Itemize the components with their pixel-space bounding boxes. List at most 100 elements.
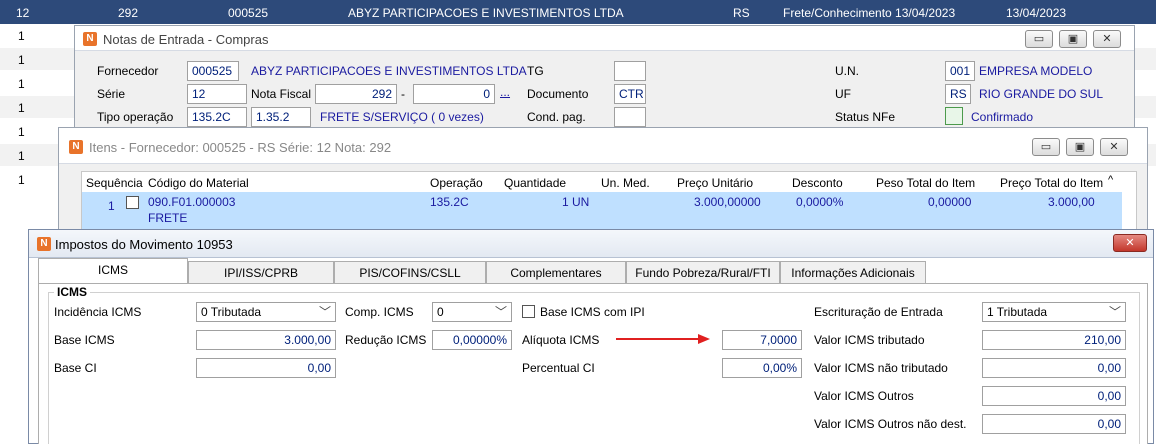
- minimize-icon[interactable]: ▭: [1032, 138, 1060, 156]
- comp-icms-select[interactable]: 0 ﹀: [432, 302, 512, 322]
- base-icms-field[interactable]: 3.000,00: [196, 330, 336, 350]
- tab-complementares[interactable]: Complementares: [486, 261, 626, 283]
- chevron-down-icon: ﹀: [318, 305, 331, 319]
- tipo-operacao-label: Tipo operação: [97, 110, 174, 124]
- incidencia-select[interactable]: 0 Tributada ﹀: [196, 302, 336, 322]
- col-header[interactable]: Sequência: [86, 176, 143, 190]
- cell: 1: [18, 125, 25, 139]
- material-desc-cell: FRETE: [148, 211, 188, 225]
- status-nfe-value: Confirmado: [971, 110, 1034, 124]
- serie-label: Série: [97, 87, 126, 101]
- col-header[interactable]: Operação: [430, 176, 483, 190]
- seq-cell: 1: [108, 199, 115, 213]
- aliquota-label: Alíquota ICMS: [522, 333, 600, 347]
- incidencia-label: Incidência ICMS: [54, 305, 142, 319]
- col-header[interactable]: Quantidade: [504, 176, 566, 190]
- fornecedor-code-field[interactable]: 000525: [187, 61, 239, 81]
- notas-entrada-window: N Notas de Entrada - Compras ▭ ▣ ✕ Forne…: [74, 25, 1135, 135]
- cell: ABYZ PARTICIPACOES E INVESTIMENTOS LTDA: [348, 6, 624, 20]
- tipo-operacao-code2-field[interactable]: 1.35.2: [251, 107, 311, 127]
- cell: 1: [18, 77, 25, 91]
- base-ci-label: Base CI: [54, 361, 97, 375]
- valor-trib-field[interactable]: 210,00: [982, 330, 1126, 350]
- col-header[interactable]: Un. Med.: [601, 176, 650, 190]
- material-cell: 090.F01.000003: [148, 195, 236, 209]
- escrituracao-select[interactable]: 1 Tributada ﹀: [982, 302, 1126, 322]
- items-grid: Sequência Código do Material Operação Qu…: [81, 171, 1137, 238]
- valor-nao-trib-field[interactable]: 0,00: [982, 358, 1126, 378]
- row-checkbox[interactable]: [126, 196, 139, 209]
- cell: 13/04/2023: [1006, 6, 1067, 20]
- col-header[interactable]: Código do Material: [148, 176, 249, 190]
- chevron-down-icon: ﹀: [494, 305, 507, 319]
- scroll-up-icon[interactable]: ^: [1108, 174, 1113, 186]
- cell: 1: [18, 29, 25, 43]
- col-header[interactable]: Desconto: [792, 176, 843, 190]
- window-title: Impostos do Movimento 10953: [55, 237, 233, 252]
- valor-outros-nd-field[interactable]: 0,00: [982, 414, 1126, 434]
- nota-seq-field[interactable]: 0: [413, 84, 495, 104]
- un-name: EMPRESA MODELO: [979, 64, 1093, 78]
- nota-dash: -: [401, 87, 405, 101]
- reducao-label: Redução ICMS: [345, 333, 427, 347]
- arrow-right-icon: [616, 334, 710, 344]
- list-header-row[interactable]: 12 292 000525 ABYZ PARTICIPACOES E INVES…: [0, 0, 1156, 24]
- col-header[interactable]: Preço Total do Item: [1000, 176, 1103, 190]
- cell: 1: [18, 173, 25, 187]
- tg-field[interactable]: [614, 61, 646, 81]
- titlebar[interactable]: N Notas de Entrada - Compras ▭ ▣ ✕: [75, 26, 1134, 51]
- documento-field[interactable]: CTR: [614, 84, 646, 104]
- titlebar[interactable]: N Impostos do Movimento 10953 ✕: [29, 230, 1153, 258]
- minimize-icon[interactable]: ▭: [1025, 30, 1053, 48]
- col-header[interactable]: Peso Total do Item: [876, 176, 975, 190]
- nota-fiscal-field[interactable]: 292: [315, 84, 397, 104]
- tab-icms[interactable]: ICMS: [38, 258, 188, 284]
- col-header[interactable]: Preço Unitário: [677, 176, 753, 190]
- tab-ipi-iss-cprb[interactable]: IPI/ISS/CPRB: [188, 261, 334, 283]
- cell: 1: [18, 53, 25, 67]
- nota-lookup-button[interactable]: ...: [500, 85, 510, 99]
- cond-pag-label: Cond. pag.: [527, 110, 586, 124]
- tab-fundo-pobreza[interactable]: Fundo Pobreza/Rural/FTI: [626, 261, 780, 283]
- app-icon: N: [37, 237, 51, 251]
- maximize-icon[interactable]: ▣: [1066, 138, 1094, 156]
- status-nfe-label: Status NFe: [835, 110, 896, 124]
- tab-informacoes-adicionais[interactable]: Informações Adicionais: [780, 261, 926, 283]
- base-ipi-checkbox[interactable]: [522, 305, 535, 318]
- close-icon[interactable]: ✕: [1100, 138, 1128, 156]
- window-title: Notas de Entrada - Compras: [103, 32, 269, 47]
- tipo-operacao-desc: FRETE S/SERVIÇO ( 0 vezes): [320, 110, 484, 124]
- valor-outros-label: Valor ICMS Outros: [814, 389, 914, 403]
- desconto-cell: 0,0000%: [796, 195, 844, 209]
- close-icon[interactable]: ✕: [1113, 234, 1147, 252]
- base-ci-field[interactable]: 0,00: [196, 358, 336, 378]
- uf-code-field[interactable]: RS: [945, 84, 971, 104]
- nota-fiscal-label: Nota Fiscal: [251, 87, 312, 101]
- tab-pis-cofins-csll[interactable]: PIS/COFINS/CSLL: [334, 261, 486, 283]
- status-nfe-indicator: [945, 107, 963, 125]
- peso-cell: 0,00000: [928, 195, 972, 209]
- app-icon: N: [69, 140, 83, 154]
- percentual-ci-field[interactable]: 0,00%: [722, 358, 802, 378]
- close-icon[interactable]: ✕: [1093, 30, 1121, 48]
- incidencia-value: 0 Tributada: [201, 305, 262, 319]
- base-ipi-label: Base ICMS com IPI: [540, 305, 645, 319]
- escrituracao-label: Escrituração de Entrada: [814, 305, 943, 319]
- cond-pag-field[interactable]: [614, 107, 646, 127]
- cell: RS: [733, 6, 750, 20]
- valor-outros-nd-label: Valor ICMS Outros não dest.: [814, 417, 967, 431]
- tipo-operacao-field[interactable]: 135.2C: [187, 107, 247, 127]
- fornecedor-name: ABYZ PARTICIPACOES E INVESTIMENTOS LTDA: [251, 64, 527, 78]
- window-title: Itens - Fornecedor: 000525 - RS Série: 1…: [89, 140, 392, 155]
- percentual-ci-label: Percentual CI: [522, 361, 595, 375]
- reducao-field[interactable]: 0,00000%: [432, 330, 512, 350]
- maximize-icon[interactable]: ▣: [1059, 30, 1087, 48]
- operacao-cell: 135.2C: [430, 195, 469, 209]
- base-icms-label: Base ICMS: [54, 333, 115, 347]
- icms-group-label: ICMS: [54, 285, 90, 299]
- valor-outros-field[interactable]: 0,00: [982, 386, 1126, 406]
- serie-field[interactable]: 12: [187, 84, 247, 104]
- titlebar[interactable]: N Itens - Fornecedor: 000525 - RS Série:…: [59, 128, 1147, 164]
- un-code-field[interactable]: 001: [945, 61, 975, 81]
- aliquota-field[interactable]: 7,0000: [722, 330, 802, 350]
